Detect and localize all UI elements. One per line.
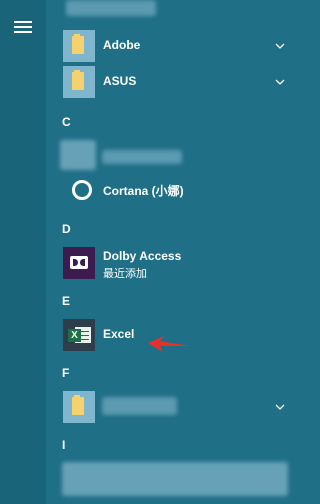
folder-icon [63, 391, 95, 423]
section-header-i[interactable]: I [62, 438, 65, 452]
recently-added-label: 最近添加 [103, 268, 147, 280]
chevron-down-icon[interactable] [272, 74, 288, 90]
app-name-adobe: Adobe [103, 38, 141, 52]
app-name-dolby: Dolby Access [103, 249, 182, 263]
hamburger-menu-icon[interactable] [14, 20, 32, 34]
start-sidebar [0, 0, 46, 504]
section-header-d[interactable]: D [62, 222, 71, 236]
app-item-f-folder[interactable] [58, 389, 290, 425]
app-name-excel: Excel [103, 327, 135, 341]
blurred-app-name-f [102, 397, 177, 415]
section-header-e[interactable]: E [62, 294, 70, 308]
app-item-asus[interactable]: ASUS [58, 64, 290, 100]
app-name-asus: ASUS [103, 74, 137, 88]
section-header-c[interactable]: C [62, 115, 71, 129]
excel-icon: X [63, 319, 95, 351]
chevron-down-icon[interactable] [272, 399, 288, 415]
folder-icon [63, 30, 95, 62]
app-item-adobe[interactable]: Adobe [58, 28, 290, 64]
app-name-cortana: Cortana (小娜) [103, 184, 184, 198]
blurred-app-entry-i [62, 462, 288, 496]
folder-icon [63, 66, 95, 98]
cortana-icon [63, 174, 95, 206]
app-item-dolby-access[interactable]: Dolby Access 最近添加 [58, 245, 290, 281]
app-item-cortana[interactable]: Cortana (小娜) [58, 172, 290, 208]
blurred-app-name-c [102, 150, 182, 164]
chevron-down-icon[interactable] [272, 38, 288, 54]
section-header-f[interactable]: F [62, 366, 69, 380]
red-arrow-annotation-icon [148, 336, 190, 352]
dolby-icon [63, 247, 95, 279]
blurred-app-icon-c [60, 140, 96, 170]
blurred-app-entry-top [66, 0, 156, 16]
